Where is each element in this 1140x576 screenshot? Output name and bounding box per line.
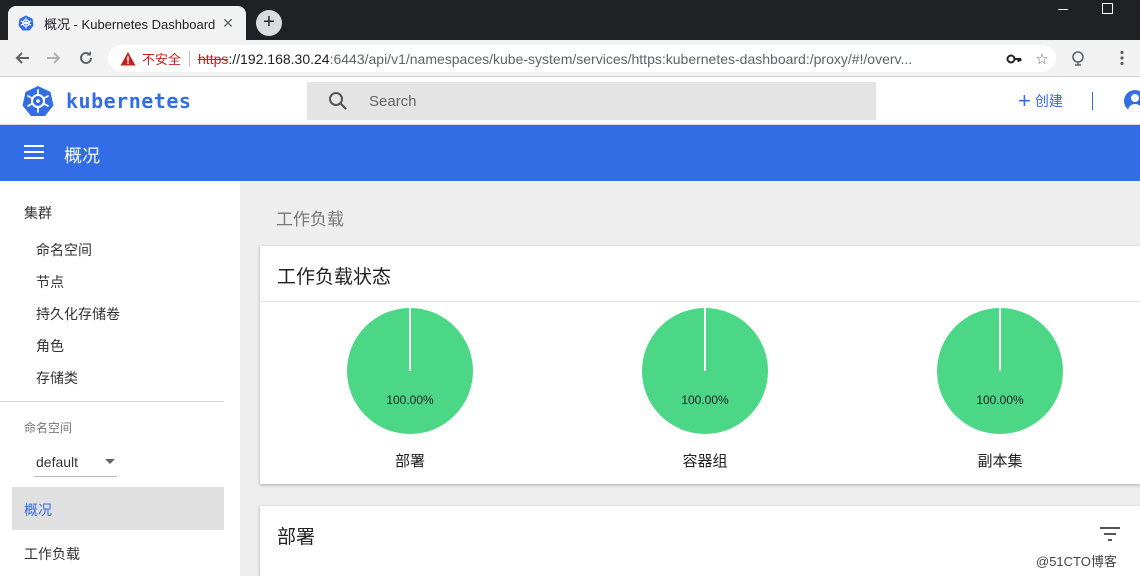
sidebar-item-roles[interactable]: 角色 xyxy=(36,336,64,356)
search-input[interactable] xyxy=(369,92,829,110)
status-pie-chart: 100.00% 容器组 xyxy=(640,306,770,476)
namespace-value: default xyxy=(36,453,79,470)
pie-value-label: 100.00% xyxy=(386,393,434,407)
brand-name[interactable]: kubernetes xyxy=(66,89,191,113)
plus-icon: + xyxy=(1018,88,1031,113)
sidebar-item-namespaces[interactable]: 命名空间 xyxy=(36,240,92,260)
back-button[interactable] xyxy=(10,46,34,70)
browser-tab[interactable]: 概况 - Kubernetes Dashboard ✕ xyxy=(8,6,246,40)
sidebar-section-workloads[interactable]: 工作负载 xyxy=(24,544,80,564)
minimize-window-button[interactable] xyxy=(1040,0,1086,20)
not-secure-label[interactable]: 不安全 xyxy=(142,49,181,68)
sidebar-divider xyxy=(0,401,224,402)
pie-svg xyxy=(347,308,473,434)
warning-icon xyxy=(120,51,136,65)
page-title: 概况 xyxy=(64,146,100,166)
close-tab-icon[interactable]: ✕ xyxy=(220,15,236,31)
url-protocol: https xyxy=(198,50,229,67)
watermark: @51CTO博客 xyxy=(1036,554,1117,569)
card-divider xyxy=(260,301,1140,302)
pie-value-label: 100.00% xyxy=(976,393,1024,407)
browser-toolbar: 不安全 https://192.168.30.24:6443/api/v1/na… xyxy=(0,40,1140,77)
namespace-select[interactable]: default xyxy=(34,447,117,477)
pie-svg xyxy=(642,308,768,434)
sidebar-item-storage-classes[interactable]: 存储类 xyxy=(36,368,78,388)
sidebar-item-persistent-volumes[interactable]: 持久化存储卷 xyxy=(36,304,120,324)
card-title: 部署 xyxy=(277,527,316,548)
url-path: :6443/api/v1/namespaces/kube-system/serv… xyxy=(329,50,913,67)
sidebar-item-overview-label: 概况 xyxy=(24,502,52,518)
header-divider xyxy=(1092,92,1093,110)
key-icon[interactable] xyxy=(1000,45,1028,72)
sidebar: 集群 命名空间 节点 持久化存储卷 角色 存储类 命名空间 default 概况… xyxy=(0,181,240,576)
status-pie-chart: 100.00% 部署 xyxy=(345,306,475,476)
account-icon[interactable] xyxy=(1124,90,1140,112)
pie-category-label[interactable]: 部署 xyxy=(345,450,475,471)
deployments-card: 部署 xyxy=(260,506,1140,576)
pie-category-label[interactable]: 容器组 xyxy=(640,450,770,471)
pie-value-label: 100.00% xyxy=(681,393,729,407)
bookmark-star-icon[interactable]: ☆ xyxy=(1028,45,1056,72)
section-title: 工作负载 xyxy=(276,210,344,229)
arrow-right-icon xyxy=(47,52,61,64)
forward-button[interactable] xyxy=(42,46,66,70)
workload-status-card: 工作负载状态 100.00% 部署 100.00% 容器组 100.00% 副本集 xyxy=(260,246,1140,484)
url-text[interactable]: https://192.168.30.24:6443/api/v1/namesp… xyxy=(198,51,1000,67)
menu-icon[interactable] xyxy=(24,145,44,161)
namespace-label: 命名空间 xyxy=(24,421,73,435)
create-button[interactable]: + 创建 xyxy=(1018,88,1063,113)
sidebar-item-overview[interactable]: 概况 xyxy=(12,487,224,530)
new-tab-button[interactable]: + xyxy=(256,10,282,36)
sidebar-section-cluster[interactable]: 集群 xyxy=(24,203,52,223)
filter-icon[interactable] xyxy=(1100,526,1120,542)
reload-button[interactable] xyxy=(74,46,98,70)
kubernetes-logo-icon[interactable] xyxy=(22,85,54,117)
maximize-window-button[interactable] xyxy=(1086,0,1132,20)
url-host: ://192.168.30.24 xyxy=(228,50,330,67)
browser-titlebar: 概况 - Kubernetes Dashboard ✕ + xyxy=(0,0,1140,40)
search-icon xyxy=(329,92,347,110)
status-pie-chart: 100.00% 副本集 xyxy=(935,306,1065,476)
page-toolbar: 概况 xyxy=(0,125,1140,181)
omnibox-separator xyxy=(189,50,191,67)
pie-category-label[interactable]: 副本集 xyxy=(935,450,1065,471)
search-box[interactable] xyxy=(307,82,876,120)
card-title: 工作负载状态 xyxy=(277,267,392,288)
chrome-menu-icon[interactable] xyxy=(1112,48,1132,68)
dashboard-header: kubernetes + 创建 xyxy=(0,77,1140,125)
main-content: 工作负载 工作负载状态 100.00% 部署 100.00% 容器组 100.00% 副本… xyxy=(240,181,1140,576)
address-bar[interactable]: 不安全 https://192.168.30.24:6443/api/v1/na… xyxy=(108,45,1056,72)
reload-icon xyxy=(80,51,92,64)
dropdown-arrow-icon xyxy=(105,459,115,464)
tab-title: 概况 - Kubernetes Dashboard xyxy=(44,16,216,32)
sidebar-item-nodes[interactable]: 节点 xyxy=(36,272,64,292)
create-label: 创建 xyxy=(1034,93,1063,109)
extension-icon[interactable] xyxy=(1068,48,1088,68)
kubernetes-favicon-icon xyxy=(18,15,34,31)
arrow-left-icon xyxy=(15,52,29,64)
pie-svg xyxy=(937,308,1063,434)
